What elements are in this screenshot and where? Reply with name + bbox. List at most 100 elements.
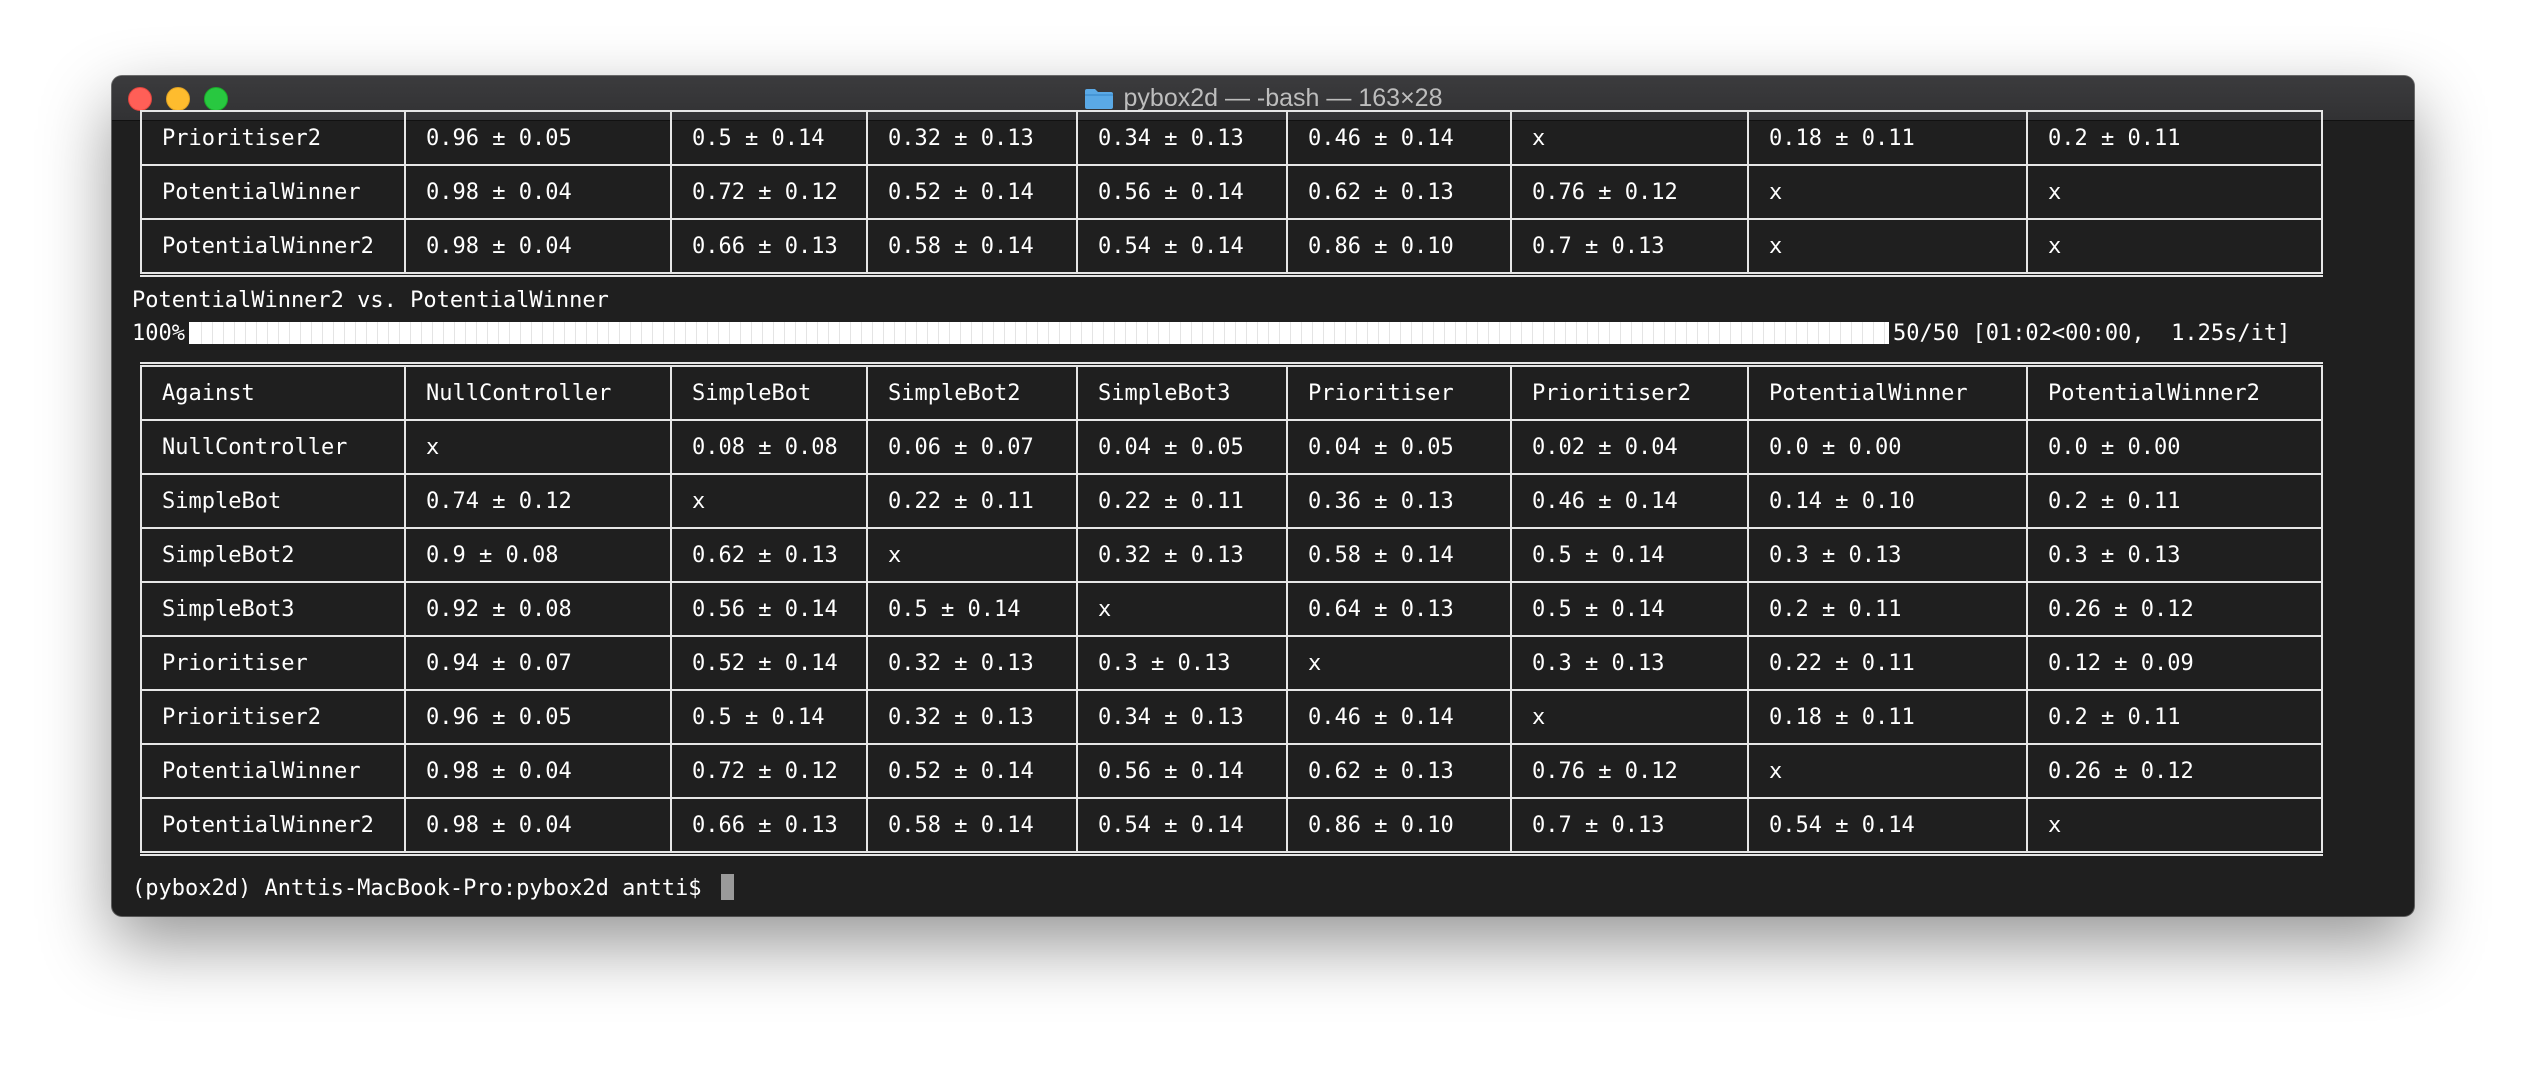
result-cell: 0.5 ± 0.14 xyxy=(670,689,868,745)
result-cell: 0.5 ± 0.14 xyxy=(1510,527,1749,583)
row-label-cell: NullController xyxy=(140,419,406,475)
result-cell: 0.52 ± 0.14 xyxy=(670,635,868,691)
column-header: PotentialWinner2 xyxy=(2026,363,2323,421)
result-cell: 0.2 ± 0.11 xyxy=(1747,581,2028,637)
table-row: SimpleBot2 0.9 ± 0.08 0.62 ± 0.13 x 0.32 ± 0… xyxy=(140,527,2323,583)
result-cell: 0.98 ± 0.04 xyxy=(404,218,672,276)
result-cell: 0.3 ± 0.13 xyxy=(1510,635,1749,691)
result-cell: 0.34 ± 0.13 xyxy=(1076,689,1288,745)
result-cell: 0.54 ± 0.14 xyxy=(1076,797,1288,855)
table-row: SimpleBot3 0.92 ± 0.08 0.56 ± 0.14 0.5 ± 0.… xyxy=(140,581,2323,637)
row-label-cell: Prioritiser2 xyxy=(140,110,406,166)
table-row: PotentialWinner2 0.98 ± 0.04 0.66 ± 0.13 0.… xyxy=(140,218,2323,276)
row-label-cell: Prioritiser xyxy=(140,635,406,691)
result-cell: 0.76 ± 0.12 xyxy=(1510,743,1749,799)
result-cell: 0.14 ± 0.10 xyxy=(1747,473,2028,529)
result-cell: 0.18 ± 0.11 xyxy=(1747,110,2028,166)
result-cell: 0.62 ± 0.13 xyxy=(670,527,868,583)
result-cell: 0.66 ± 0.13 xyxy=(670,218,868,276)
result-cell: 0.32 ± 0.13 xyxy=(866,635,1078,691)
column-header: NullController xyxy=(404,363,672,421)
result-cell: x xyxy=(1747,218,2028,276)
result-cell: 0.94 ± 0.07 xyxy=(404,635,672,691)
result-cell: x xyxy=(1510,110,1749,166)
result-cell: 0.2 ± 0.11 xyxy=(2026,110,2323,166)
match-status-line: PotentialWinner2 vs. PotentialWinner xyxy=(132,288,609,313)
result-cell: 0.5 ± 0.14 xyxy=(670,110,868,166)
result-cell: 0.56 ± 0.14 xyxy=(1076,743,1288,799)
result-cell: x xyxy=(1076,581,1288,637)
result-cell: 0.04 ± 0.05 xyxy=(1076,419,1288,475)
result-cell: 0.32 ± 0.13 xyxy=(866,110,1078,166)
terminal-window: pybox2d — -bash — 163×28 Prioritiser2 0.9… xyxy=(112,76,2414,916)
result-cell: 0.5 ± 0.14 xyxy=(866,581,1078,637)
column-header: SimpleBot xyxy=(670,363,868,421)
result-cell: 0.12 ± 0.09 xyxy=(2026,635,2323,691)
result-cell: 0.08 ± 0.08 xyxy=(670,419,868,475)
result-cell: x xyxy=(866,527,1078,583)
table-row: Prioritiser2 0.96 ± 0.05 0.5 ± 0.14 0.32 ± … xyxy=(140,689,2323,745)
terminal-content[interactable]: Prioritiser2 0.96 ± 0.05 0.5 ± 0.14 0.32 ± … xyxy=(122,110,2404,916)
result-cell: 0.22 ± 0.11 xyxy=(866,473,1078,529)
row-label-cell: SimpleBot xyxy=(140,473,406,529)
table-row: NullController x 0.08 ± 0.08 0.06 ± 0.07 0.0… xyxy=(140,419,2323,475)
folder-icon xyxy=(1084,88,1113,109)
row-label-cell: PotentialWinner xyxy=(140,164,406,220)
results-table: Against NullController SimpleBot SimpleBot2… xyxy=(140,362,2323,856)
result-cell: 0.56 ± 0.14 xyxy=(1076,164,1288,220)
result-cell: 0.22 ± 0.11 xyxy=(1747,635,2028,691)
result-cell: 0.0 ± 0.00 xyxy=(1747,419,2028,475)
result-cell: 0.96 ± 0.05 xyxy=(404,689,672,745)
result-cell: x xyxy=(2026,164,2323,220)
result-cell: x xyxy=(2026,218,2323,276)
result-cell: 0.2 ± 0.11 xyxy=(2026,473,2323,529)
result-cell: 0.46 ± 0.14 xyxy=(1286,110,1512,166)
result-cell: 0.58 ± 0.14 xyxy=(1286,527,1512,583)
result-cell: 0.62 ± 0.13 xyxy=(1286,164,1512,220)
column-header: SimpleBot2 xyxy=(866,363,1078,421)
result-cell: 0.96 ± 0.05 xyxy=(404,110,672,166)
result-cell: 0.22 ± 0.11 xyxy=(1076,473,1288,529)
result-cell: 0.5 ± 0.14 xyxy=(1510,581,1749,637)
result-cell: 0.72 ± 0.12 xyxy=(670,743,868,799)
result-cell: 0.62 ± 0.13 xyxy=(1286,743,1512,799)
result-cell: 0.58 ± 0.14 xyxy=(866,797,1078,855)
result-cell: 0.86 ± 0.10 xyxy=(1286,797,1512,855)
column-header: Prioritiser xyxy=(1286,363,1512,421)
result-cell: 0.98 ± 0.04 xyxy=(404,743,672,799)
result-cell: 0.66 ± 0.13 xyxy=(670,797,868,855)
result-cell: 0.32 ± 0.13 xyxy=(1076,527,1288,583)
result-cell: 0.32 ± 0.13 xyxy=(866,689,1078,745)
column-header: Prioritiser2 xyxy=(1510,363,1749,421)
result-cell: 0.58 ± 0.14 xyxy=(866,218,1078,276)
result-cell: 0.3 ± 0.13 xyxy=(1076,635,1288,691)
result-cell: 0.98 ± 0.04 xyxy=(404,164,672,220)
table-row: SimpleBot 0.74 ± 0.12 x 0.22 ± 0.11 0.22 ± 0… xyxy=(140,473,2323,529)
result-cell: 0.46 ± 0.14 xyxy=(1286,689,1512,745)
result-cell: 0.76 ± 0.12 xyxy=(1510,164,1749,220)
result-cell: 0.92 ± 0.08 xyxy=(404,581,672,637)
row-label-cell: PotentialWinner2 xyxy=(140,218,406,276)
result-cell: 0.34 ± 0.13 xyxy=(1076,110,1288,166)
window-title: pybox2d — -bash — 163×28 xyxy=(1123,83,1443,112)
table-row: Prioritiser 0.94 ± 0.07 0.52 ± 0.14 0.32 ± … xyxy=(140,635,2323,691)
result-cell: 0.56 ± 0.14 xyxy=(670,581,868,637)
result-cell: x xyxy=(1747,164,2028,220)
table-row: Prioritiser2 0.96 ± 0.05 0.5 ± 0.14 0.32 ± … xyxy=(140,110,2323,166)
table-row: PotentialWinner 0.98 ± 0.04 0.72 ± 0.12 0.5… xyxy=(140,164,2323,220)
previous-results-table: Prioritiser2 0.96 ± 0.05 0.5 ± 0.14 0.32 ± … xyxy=(140,110,2323,277)
shell-prompt-line[interactable]: (pybox2d) Anttis-MacBook-Pro:pybox2d ant… xyxy=(132,874,734,901)
result-cell: 0.26 ± 0.12 xyxy=(2026,581,2323,637)
result-cell: 0.7 ± 0.13 xyxy=(1510,218,1749,276)
result-cell: 0.64 ± 0.13 xyxy=(1286,581,1512,637)
result-cell: 0.04 ± 0.05 xyxy=(1286,419,1512,475)
text-cursor xyxy=(720,874,734,900)
result-cell: 0.06 ± 0.07 xyxy=(866,419,1078,475)
row-label-cell: SimpleBot2 xyxy=(140,527,406,583)
result-cell: x xyxy=(670,473,868,529)
row-label-cell: PotentialWinner2 xyxy=(140,797,406,855)
progress-percent: 100% xyxy=(132,320,185,346)
progress-row: 100% 50/50 [01:02<00:00, 1.25s/it] xyxy=(132,319,2290,347)
result-cell: 0.54 ± 0.14 xyxy=(1747,797,2028,855)
result-cell: 0.54 ± 0.14 xyxy=(1076,218,1288,276)
